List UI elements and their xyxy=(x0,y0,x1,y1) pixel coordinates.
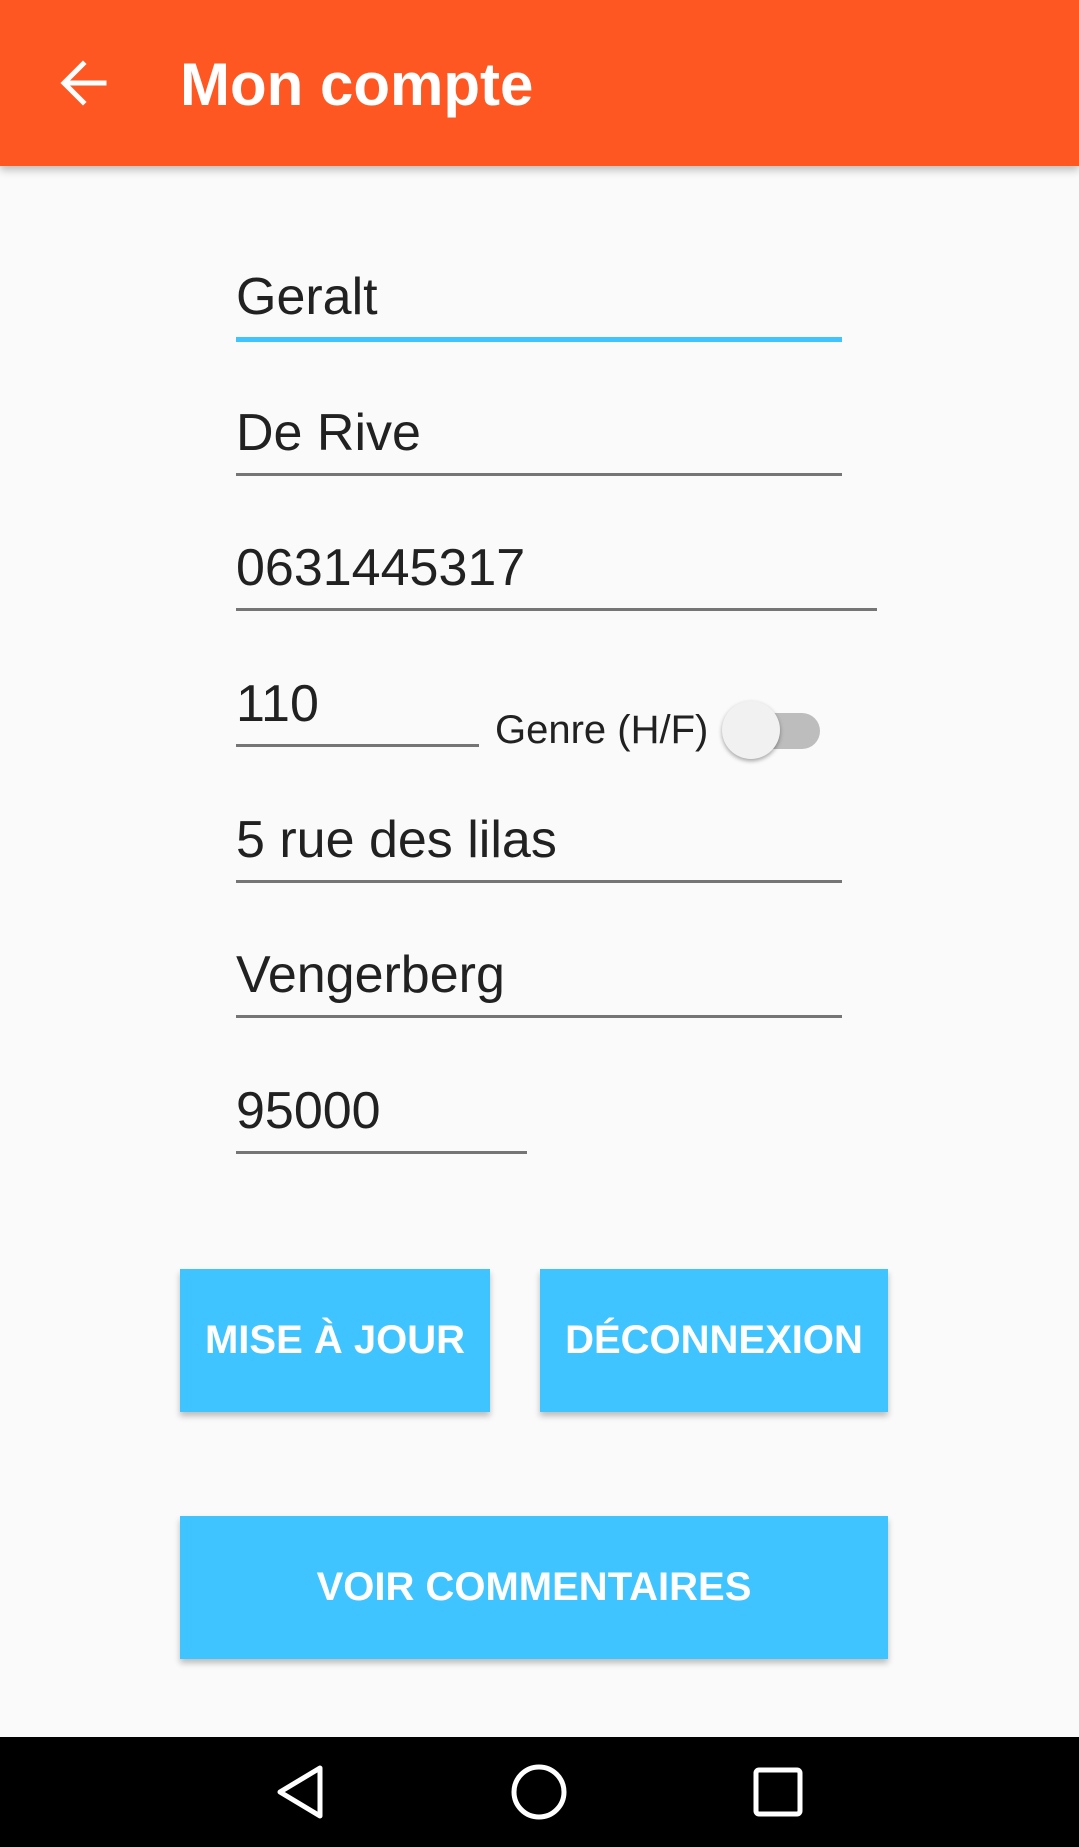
triangle-back-icon xyxy=(277,1765,323,1819)
nav-recents-button[interactable] xyxy=(738,1752,818,1832)
gender-switch[interactable] xyxy=(722,701,824,759)
last-name-field[interactable]: De Rive xyxy=(236,396,842,476)
account-screen: Mon compte Geralt De Rive 0631445317 110… xyxy=(0,0,1079,1847)
nav-home-button[interactable] xyxy=(499,1752,579,1832)
phone-field[interactable]: 0631445317 xyxy=(236,531,877,611)
app-bar: Mon compte xyxy=(0,0,1079,166)
city-field[interactable]: Vengerberg xyxy=(236,938,842,1018)
first-name-value: Geralt xyxy=(236,268,378,326)
back-button[interactable] xyxy=(44,44,122,122)
gender-label: Genre (H/F) xyxy=(495,708,709,752)
logout-button[interactable]: DÉCONNEXION xyxy=(540,1269,888,1412)
postal-code-value: 95000 xyxy=(236,1082,381,1140)
first-name-field[interactable]: Geralt xyxy=(236,262,842,342)
view-comments-button[interactable]: VOIR COMMENTAIRES xyxy=(180,1516,888,1659)
page-title: Mon compte xyxy=(180,51,534,118)
age-value: 110 xyxy=(236,675,319,733)
address-value: 5 rue des lilas xyxy=(236,811,557,869)
circle-home-icon xyxy=(511,1764,567,1820)
arrow-back-icon xyxy=(60,60,107,106)
switch-thumb xyxy=(722,701,780,759)
postal-code-field[interactable]: 95000 xyxy=(236,1074,527,1154)
nav-back-button[interactable] xyxy=(260,1752,340,1832)
square-recents-icon xyxy=(753,1767,803,1817)
update-button[interactable]: MISE À JOUR xyxy=(180,1269,490,1412)
last-name-value: De Rive xyxy=(236,404,421,462)
age-field[interactable]: 110 xyxy=(236,667,479,747)
address-field[interactable]: 5 rue des lilas xyxy=(236,803,842,883)
phone-value: 0631445317 xyxy=(236,539,526,597)
system-nav-bar xyxy=(0,1737,1079,1847)
city-value: Vengerberg xyxy=(236,946,505,1004)
